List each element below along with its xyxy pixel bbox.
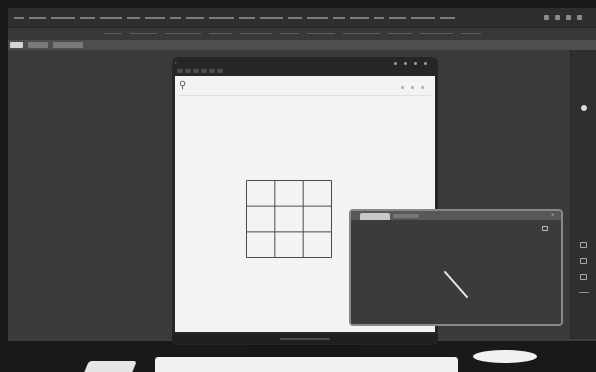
menu-item[interactable] [170, 17, 181, 19]
toolbar-tab[interactable] [177, 69, 183, 73]
close-icon[interactable]: × [551, 213, 555, 217]
layers-icon[interactable] [580, 242, 587, 248]
minus-icon[interactable] [579, 292, 589, 293]
ribbon-item[interactable] [307, 33, 335, 34]
text-icon[interactable] [580, 274, 587, 280]
menu-item[interactable] [411, 17, 435, 19]
floating-tab-active[interactable] [360, 213, 390, 220]
chevron-left-icon[interactable]: ‹ [175, 60, 177, 65]
menu-item[interactable] [145, 17, 165, 19]
document-tab-row [8, 40, 596, 50]
settings-icon[interactable] [421, 86, 424, 89]
document-tab[interactable] [28, 42, 48, 48]
menu-item[interactable] [186, 17, 204, 19]
desk-keyboard [155, 357, 458, 372]
ribbon-item[interactable] [104, 33, 122, 34]
ribbon-item[interactable] [388, 33, 412, 34]
close-icon[interactable] [424, 62, 427, 65]
menu-item[interactable] [440, 17, 455, 19]
document-tab[interactable] [10, 42, 23, 48]
wifi-icon[interactable] [544, 15, 549, 20]
notification-icon[interactable] [577, 15, 582, 20]
desk-notepad [83, 361, 137, 372]
minimize-icon[interactable] [414, 62, 417, 65]
panel-slider-knob[interactable] [581, 105, 587, 111]
menu-item[interactable] [260, 17, 283, 19]
image-icon[interactable] [580, 258, 587, 264]
menu-item[interactable] [333, 17, 345, 19]
menu-item[interactable] [288, 17, 302, 19]
menu-item[interactable] [127, 17, 140, 19]
chat-icon[interactable] [542, 226, 548, 231]
menu-bar [8, 8, 596, 28]
desk-scene: ‹ ⚲ × [0, 0, 596, 372]
search-input[interactable] [196, 85, 256, 90]
ribbon-toolbar [8, 28, 596, 40]
ribbon-item[interactable] [130, 33, 157, 34]
window-footer [172, 334, 438, 344]
undo-icon[interactable] [401, 86, 404, 89]
floating-window: × [349, 209, 563, 326]
menu-item[interactable] [100, 17, 122, 19]
desk-mouse [473, 350, 537, 363]
battery-icon[interactable] [555, 15, 560, 20]
floating-window-titlebar[interactable]: × [351, 211, 561, 220]
menu-item[interactable] [374, 17, 384, 19]
ribbon-item[interactable] [280, 33, 299, 34]
ribbon-item[interactable] [165, 33, 201, 34]
right-tool-panel [570, 50, 596, 339]
ribbon-item[interactable] [240, 33, 272, 34]
ribbon-item[interactable] [461, 33, 481, 34]
clock-icon[interactable] [566, 15, 571, 20]
ribbon-item[interactable] [343, 33, 380, 34]
divider [179, 95, 431, 96]
redo-icon[interactable] [411, 86, 414, 89]
menu-item[interactable] [389, 17, 406, 19]
grid-drawing [246, 180, 332, 258]
home-indicator[interactable] [280, 338, 330, 340]
ribbon-item[interactable] [209, 33, 232, 34]
document-tab[interactable] [53, 42, 83, 48]
search-icon[interactable]: ⚲ [179, 81, 186, 91]
menu-item[interactable] [239, 17, 255, 19]
toolbar-tab[interactable] [185, 69, 191, 73]
menu-item[interactable] [80, 17, 95, 19]
menu-item[interactable] [350, 17, 369, 19]
toolbar-tab[interactable] [193, 69, 199, 73]
menu-item[interactable] [29, 17, 46, 19]
ribbon-item[interactable] [420, 33, 453, 34]
tic-tac-toe-grid[interactable] [246, 180, 332, 258]
floating-tab[interactable] [393, 214, 419, 218]
toolbar-tab[interactable] [217, 69, 223, 73]
toolbar-tab[interactable] [209, 69, 215, 73]
menu-item[interactable] [51, 17, 75, 19]
pen-stroke [444, 271, 468, 298]
share-icon[interactable] [394, 62, 397, 65]
more-icon[interactable] [404, 62, 407, 65]
menu-item[interactable] [14, 17, 24, 19]
menu-item[interactable] [209, 17, 234, 19]
toolbar-tab[interactable] [201, 69, 207, 73]
menu-item[interactable] [307, 17, 328, 19]
